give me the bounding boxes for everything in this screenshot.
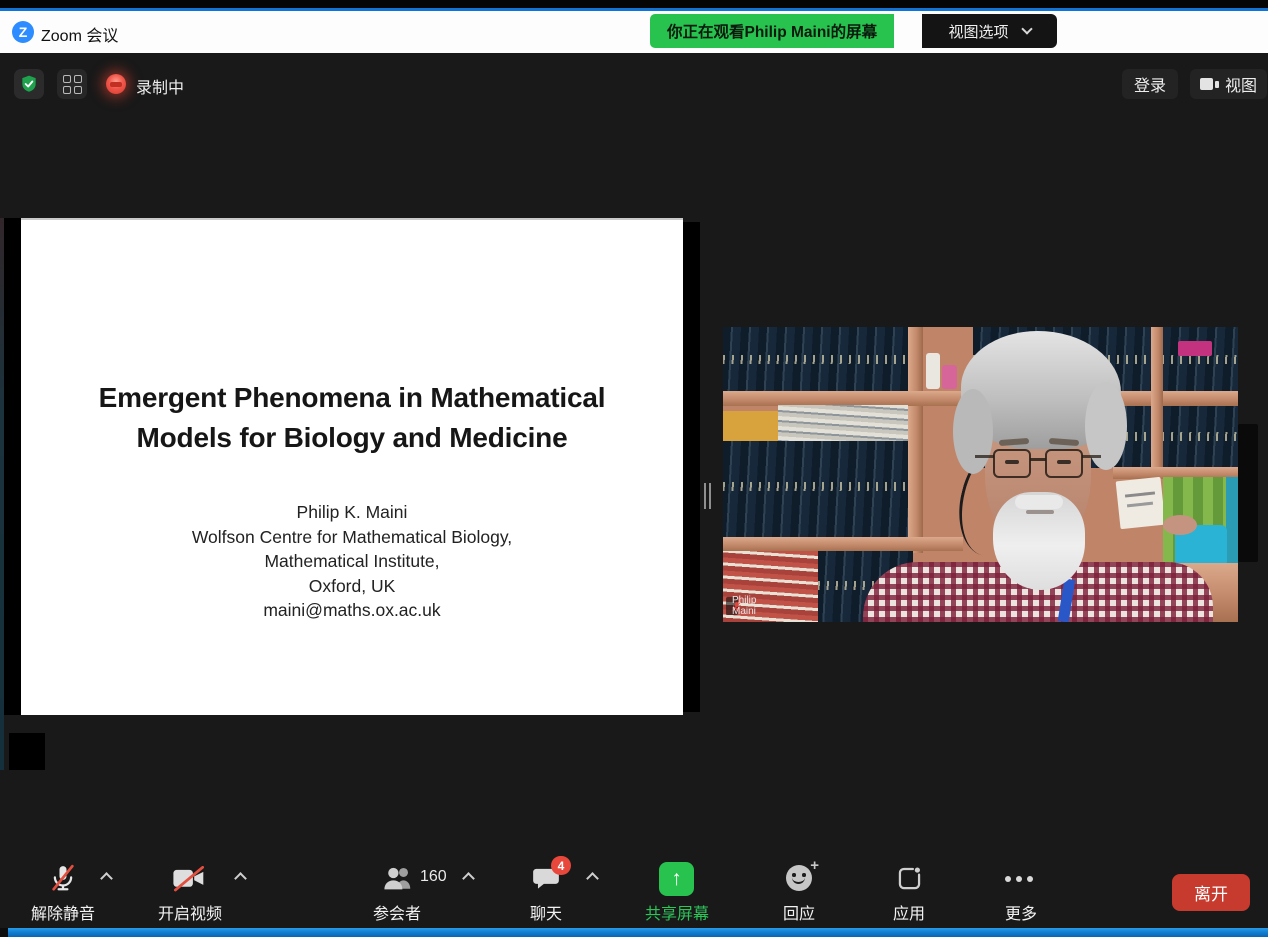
recording-label: 录制中 [136,74,184,98]
slide-left-black-bar [4,218,21,715]
glasses-bridge [1030,458,1046,461]
slide-author-block: Philip K. Maini Wolfson Centre for Mathe… [21,500,683,623]
video-panel-edge-tab [1238,424,1258,562]
participants-count: 160 [420,868,447,886]
grid-icon [63,75,82,94]
more-button[interactable]: 更多 [961,900,1081,924]
slide-author-affil1: Wolfson Centre for Mathematical Biology, [21,525,683,550]
video-off-camera-icon[interactable] [172,866,206,892]
view-options-label: 视图选项 [948,21,1008,42]
shared-screen-black-square [9,733,45,770]
pink-object [942,365,957,389]
shelf-divider [1151,327,1163,477]
top-black-strip [0,0,1268,8]
slide-title-line1: Emergent Phenomena in Mathematical [21,378,683,418]
yellow-book [723,411,778,441]
shelf-board [723,537,963,551]
recording-indicator-icon[interactable] [106,74,126,94]
participants-icon[interactable] [381,864,417,891]
zoom-logo-letter: Z [19,24,28,40]
slide-author-email: maini@maths.ox.ac.uk [21,598,683,623]
chat-button[interactable]: 聊天 [486,900,606,924]
more-dots-icon[interactable] [1005,876,1033,882]
slide-author-affil2: Mathematical Institute, [21,549,683,574]
leave-meeting-button[interactable]: 离开 [1172,874,1250,911]
slide-title-line2: Models for Biology and Medicine [21,418,683,458]
window-titlebar: Z Zoom 会议 你正在观看Philip Maini的屏幕 视图选项 [0,11,1268,53]
mute-options-caret[interactable] [100,872,113,885]
mustache [1015,495,1063,509]
zoom-meeting-window: Z Zoom 会议 你正在观看Philip Maini的屏幕 视图选项 录制中 … [0,0,1268,937]
reactions-button[interactable]: 回应 [739,900,859,924]
login-button[interactable]: 登录 [1122,69,1178,99]
slide-author-location: Oxford, UK [21,574,683,599]
participant-name: Philip Maini [732,595,756,617]
shield-check-icon [19,74,39,94]
slide-author-name: Philip K. Maini [21,500,683,525]
glasses-arm-right [1082,455,1101,458]
gallery-view-button[interactable] [57,69,87,99]
bookshelf-binders [723,441,908,539]
eye-right [1057,460,1071,464]
video-options-caret[interactable] [234,872,247,885]
slide-right-black-bar [683,222,700,712]
apps-button[interactable]: 应用 [849,900,969,924]
slide-title: Emergent Phenomena in Mathematical Model… [21,378,683,458]
presentation-slide: Emergent Phenomena in Mathematical Model… [21,218,683,715]
hair-side-left [953,389,993,474]
reactions-smiley-icon[interactable]: + [786,865,812,891]
window-title: Zoom 会议 [41,22,118,46]
up-arrow-icon: ↑ [671,867,682,891]
muted-microphone-icon[interactable] [48,863,78,893]
view-layout-label: 视图 [1225,72,1257,96]
share-screen-button[interactable]: 共享屏幕 [617,900,737,924]
white-bottle [926,353,940,389]
chat-options-caret[interactable] [586,872,599,885]
chat-unread-badge: 4 [551,856,571,875]
plus-icon: + [810,857,819,874]
start-video-button[interactable]: 开启视频 [130,900,250,924]
bottom-left-corner [0,928,8,937]
view-layout-button[interactable]: 视图 [1190,69,1267,99]
glasses-arm-left [975,455,994,458]
apps-icon[interactable] [896,865,923,892]
panel-resize-grip[interactable] [704,483,714,509]
unmute-button[interactable]: 解除静音 [3,900,123,924]
layout-icon [1200,78,1219,90]
teal-object [1226,477,1238,567]
hand [1163,515,1197,535]
mouth-shadow [1026,510,1054,514]
speaker-video-tile[interactable]: Philip Maini [723,327,1238,622]
share-screen-icon[interactable]: ↑ [659,862,694,896]
stacked-white-books [778,405,908,443]
participant-name-tag: Philip Maini [726,597,738,615]
participants-options-caret[interactable] [462,872,475,885]
security-shield-button[interactable] [14,69,44,99]
view-options-button[interactable]: 视图选项 [922,14,1057,48]
zoom-logo-icon: Z [12,21,34,43]
eye-left [1005,460,1019,464]
magenta-object [1178,341,1212,356]
shelf-divider [908,327,923,553]
chevron-down-icon [1021,23,1032,34]
participants-button[interactable]: 参会者 [337,900,457,924]
watching-screen-banner: 你正在观看Philip Maini的屏幕 [650,14,894,48]
bottom-blue-strip [8,928,1268,937]
bookshelf-binders [723,327,908,393]
